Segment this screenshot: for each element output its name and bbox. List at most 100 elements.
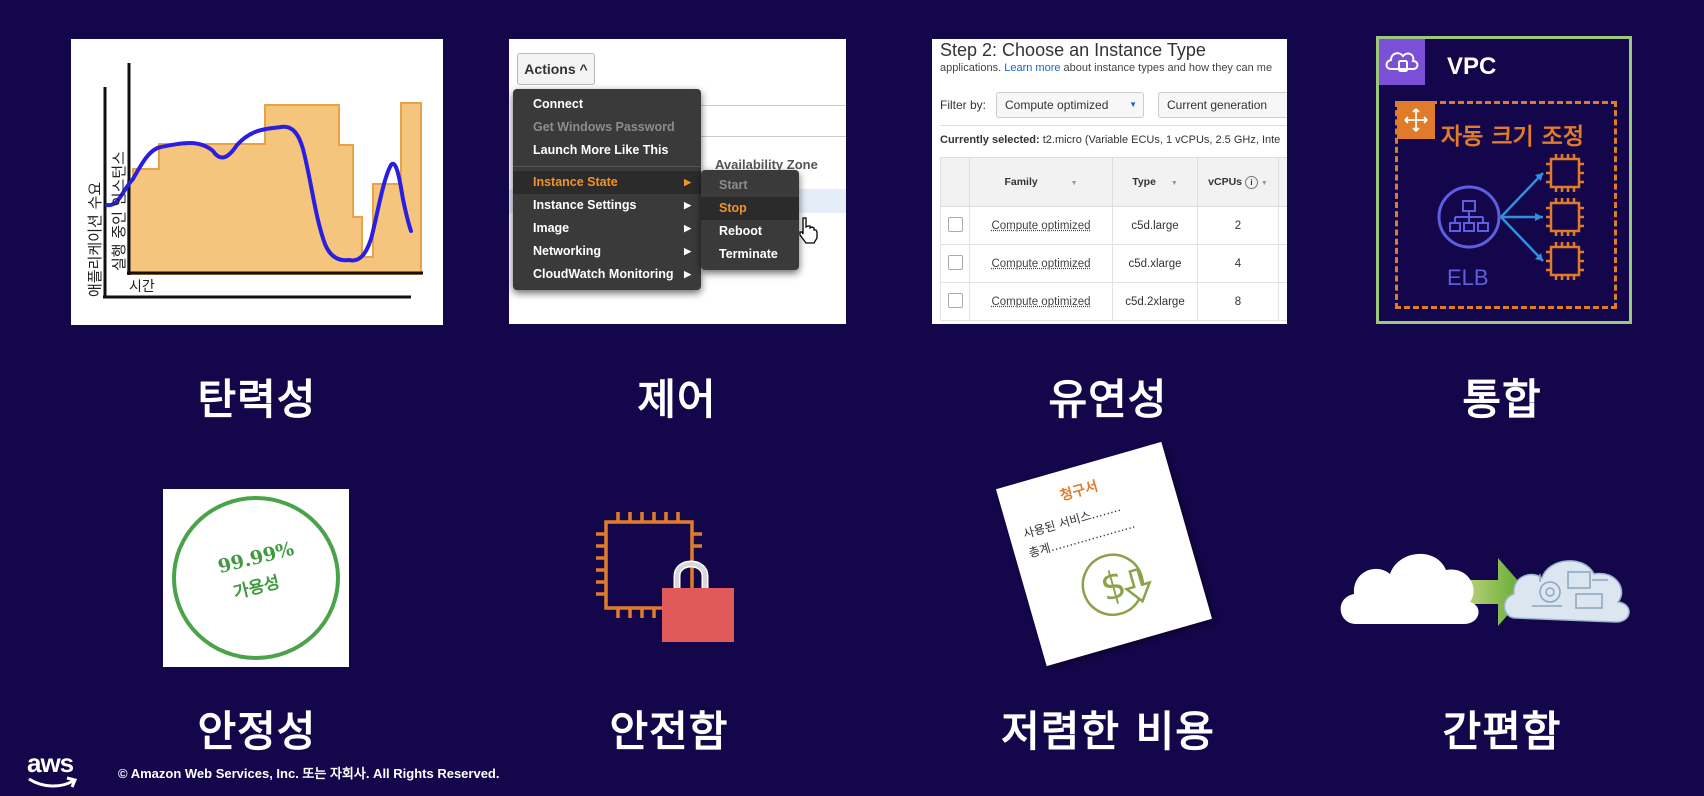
cell-extra (1278, 244, 1287, 283)
row-checkbox[interactable] (940, 282, 970, 321)
reliability-stamp-card: 99.99% 가용성 (163, 489, 349, 667)
table-header-select (940, 157, 970, 207)
submenu-item-start[interactable]: Start (701, 174, 799, 197)
table-header-type[interactable]: Type ▼ (1112, 157, 1198, 207)
menu-item-networking[interactable]: Networking ▶ (513, 240, 701, 263)
aws-smile-icon (28, 776, 78, 788)
step-title: Step 2: Choose an Instance Type (940, 40, 1206, 60)
actions-menu: Connect Get Windows Password Launch More… (513, 89, 701, 290)
menu-item-instance-settings[interactable]: Instance Settings ▶ (513, 194, 701, 217)
chevron-down-icon: ▼ (1129, 100, 1137, 109)
table-row[interactable]: Compute optimized c5d.large 2 (940, 206, 1287, 245)
col-family-label: Family (1004, 176, 1038, 188)
actions-button[interactable]: Actions ^ (517, 53, 595, 85)
invoice-title: 청구서 (1058, 478, 1100, 505)
table-row[interactable]: Compute optimized c5d.2xlarge 8 (940, 282, 1287, 321)
vpc-cloud-icon (1379, 39, 1425, 85)
submenu-item-terminate[interactable]: Terminate (701, 243, 799, 266)
label-low-cost: 저렴한 비용 (1001, 707, 1215, 756)
submenu-arrow-icon: ▶ (684, 269, 691, 279)
menu-item-launch-more[interactable]: Launch More Like This (513, 139, 701, 162)
table-header-extra (1278, 157, 1287, 207)
cell-vcpus: 2 (1197, 206, 1279, 245)
table-row[interactable]: Compute optimized c5d.xlarge 4 (940, 244, 1287, 283)
asg-title: 자동 크기 조정 (1441, 124, 1584, 150)
cell-vcpus: 4 (1197, 244, 1279, 283)
submenu-arrow-icon: ▶ (684, 177, 691, 187)
chip-lock-icon (596, 512, 734, 642)
label-control: 제어 (637, 375, 717, 424)
generation-filter-select[interactable]: Current generation (1158, 92, 1287, 118)
filter-label: Filter by: (940, 98, 987, 112)
row-checkbox[interactable] (940, 244, 970, 283)
cell-extra (1278, 282, 1287, 321)
generation-filter-value: Current generation (1167, 98, 1268, 112)
search-bar (699, 105, 846, 137)
y-axis-label-demand: 애플리케이션 수요 (86, 181, 104, 297)
svg-text:$: $ (1095, 561, 1130, 610)
cell-extra (1278, 206, 1287, 245)
step-subtitle: applications. Learn more about instance … (940, 62, 1272, 74)
menu-item-instance-state-label: Instance State (533, 175, 618, 189)
submenu-item-reboot[interactable]: Reboot (701, 220, 799, 243)
label-reliability: 안정성 (197, 707, 317, 756)
sort-icon: ▼ (1170, 180, 1178, 187)
cell-type: c5d.xlarge (1112, 244, 1198, 283)
table-header-vcpus[interactable]: vCPUs i ▼ (1197, 157, 1279, 207)
cell-family: Compute optimized (969, 282, 1113, 321)
label-elasticity: 탄력성 (197, 375, 317, 424)
table-header-row: Family ▼ Type ▼ vCPUs i ▼ (940, 157, 1287, 207)
cell-type: c5d.2xlarge (1112, 282, 1198, 321)
menu-item-instance-settings-label: Instance Settings (533, 198, 637, 212)
invoice-document: 청구서 사용된 서비스........ 총계..................… (995, 441, 1213, 667)
menu-item-cloudwatch-label: CloudWatch Monitoring (533, 267, 674, 281)
subtitle-post: about instance types and how they can me (1060, 62, 1273, 74)
label-flexibility: 유연성 (1048, 375, 1168, 424)
vpc-title: VPC (1447, 53, 1497, 80)
elb-label: ELB (1447, 265, 1489, 290)
table-header-family[interactable]: Family ▼ (969, 157, 1113, 207)
menu-item-instance-state[interactable]: Instance State ▶ (513, 171, 701, 194)
cloud-migration-icon (1340, 553, 1630, 626)
instance-type-card: Step 2: Choose an Instance Type applicat… (932, 39, 1287, 324)
aws-logo: aws (27, 748, 78, 788)
menu-item-connect[interactable]: Connect (513, 93, 701, 116)
instance-type-table: Family ▼ Type ▼ vCPUs i ▼ Compute optimi… (940, 157, 1287, 321)
cell-type: c5d.large (1112, 206, 1198, 245)
copyright-text: © Amazon Web Services, Inc. 또는 자회사. All … (118, 766, 500, 781)
row-checkbox[interactable] (940, 206, 970, 245)
submenu-arrow-icon: ▶ (684, 223, 691, 233)
submenu-arrow-icon: ▶ (684, 200, 691, 210)
asg-icon (1397, 101, 1435, 139)
dollar-decrease-icon: $ (1081, 553, 1152, 617)
cell-vcpus: 8 (1197, 282, 1279, 321)
family-filter-value: Compute optimized (1005, 98, 1109, 112)
col-vcpus-label: vCPUs (1208, 175, 1243, 188)
selected-value: t2.micro (Variable ECUs, 1 vCPUs, 2.5 GH… (1039, 134, 1281, 146)
menu-item-cloudwatch[interactable]: CloudWatch Monitoring ▶ (513, 263, 701, 286)
menu-item-image-label: Image (533, 221, 570, 235)
sort-icon: ▼ (1260, 179, 1268, 187)
instance-state-submenu: Start Stop Reboot Terminate (701, 170, 799, 270)
selected-bar: Currently selected: t2.micro (Variable E… (940, 125, 1287, 154)
aws-logo-text: aws (27, 748, 74, 778)
label-security: 안전함 (609, 707, 729, 756)
selected-label: Currently selected: (940, 134, 1040, 146)
control-card: Actions ^ Availability Zone Connect Get … (509, 39, 846, 324)
learn-more-link[interactable]: Learn more (1004, 62, 1060, 74)
sort-icon: ▼ (1070, 180, 1078, 187)
elasticity-chart-card: 애플리케이션 수요 실행 중인 인스턴스 시간 (71, 39, 443, 325)
col-type-label: Type (1132, 176, 1156, 188)
y-axis-label-instances: 실행 중인 인스턴스 (110, 151, 128, 271)
menu-item-image[interactable]: Image ▶ (513, 217, 701, 240)
family-filter-select[interactable]: Compute optimized ▼ (996, 92, 1144, 118)
label-integration: 통합 (1462, 375, 1542, 424)
info-icon[interactable]: i (1244, 175, 1258, 189)
cell-family: Compute optimized (969, 244, 1113, 283)
submenu-item-stop[interactable]: Stop (701, 197, 799, 220)
x-axis-label: 시간 (129, 279, 155, 295)
label-ease: 간편함 (1442, 707, 1562, 756)
subtitle-pre: applications. (940, 62, 1005, 74)
menu-item-get-windows-password[interactable]: Get Windows Password (513, 116, 701, 139)
cell-family: Compute optimized (969, 206, 1113, 245)
